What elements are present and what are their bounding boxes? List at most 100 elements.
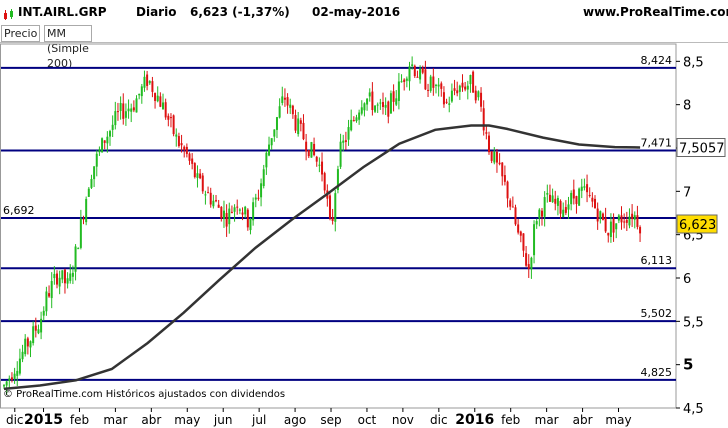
candle-body [32, 326, 35, 344]
candle-body [236, 206, 239, 208]
candle-body [445, 101, 448, 103]
candle-body [567, 204, 570, 210]
candle-body [551, 195, 554, 203]
candle-body [548, 194, 551, 202]
candle-body [368, 92, 371, 97]
candle-body [164, 102, 167, 118]
candle-body [413, 65, 416, 77]
candle-body [257, 197, 260, 199]
candle-body [13, 373, 16, 379]
candle-body [278, 106, 281, 118]
candle-body [472, 71, 475, 93]
price-chart[interactable]: 4,555,566,577,588,5dic2015febmarabrmayju… [0, 0, 728, 428]
candle-body [485, 132, 488, 134]
candle-body [599, 211, 602, 219]
candle-body [175, 134, 178, 137]
candle-body [37, 329, 40, 334]
y-tick-label: 4,5 [683, 402, 704, 417]
candle-body [140, 86, 143, 97]
y-tick-label: 7 [683, 185, 691, 200]
candle-body [350, 119, 353, 131]
candle-body [588, 195, 591, 197]
candle-body [625, 219, 628, 223]
candle-body [437, 84, 440, 87]
candle-body [392, 91, 395, 102]
candle-body [90, 178, 93, 188]
candle-body [260, 183, 263, 198]
candle-body [313, 143, 316, 156]
candle-body [371, 91, 374, 111]
candle-body [124, 111, 127, 118]
candle-body [53, 273, 56, 279]
candles [3, 56, 642, 395]
candle-body [509, 200, 512, 207]
plot-frame [0, 43, 677, 409]
candle-body [474, 90, 477, 101]
candle-body [434, 84, 437, 86]
candle-body [511, 206, 514, 208]
candle-body [432, 76, 435, 88]
candle-body [482, 108, 485, 131]
candle-body [400, 81, 403, 83]
candle-body [411, 64, 414, 66]
candle-body [10, 377, 13, 381]
x-tick-label: mar [103, 413, 127, 427]
candle-body [56, 273, 59, 285]
candle-body [501, 162, 504, 177]
candle-body [18, 358, 21, 374]
candle-body [209, 192, 212, 205]
candle-body [334, 193, 337, 222]
candle-body [427, 89, 430, 91]
candle-body [328, 195, 331, 219]
candle-body [403, 79, 406, 83]
candle-body [456, 90, 459, 94]
candle-body [201, 175, 204, 192]
candle-body [191, 158, 194, 164]
candle-body [374, 105, 377, 112]
x-tick-label: may [605, 413, 631, 427]
candle-body [50, 281, 53, 299]
candle-body [188, 153, 191, 161]
candle-body [127, 108, 130, 112]
candle-body [607, 232, 610, 236]
candle-body [522, 233, 525, 251]
y-tick-label: 5,5 [683, 315, 704, 330]
x-tick-label: dic [6, 413, 24, 427]
candle-body [85, 198, 88, 223]
candle-body [193, 163, 196, 178]
candle-body [254, 197, 257, 200]
candle-body [495, 151, 498, 163]
candle-body [135, 98, 138, 113]
candle-body [156, 95, 159, 102]
candle-body [408, 66, 411, 82]
candle-body [230, 211, 233, 213]
candle-body [87, 188, 90, 197]
x-tick-label: feb [501, 413, 520, 427]
candle-body [419, 68, 422, 80]
candle-body [8, 378, 11, 381]
x-tick-label: dic [430, 413, 448, 427]
candle-body [342, 140, 345, 143]
candle-body [167, 115, 170, 120]
candle-body [331, 217, 334, 222]
candle-body [609, 221, 612, 238]
candle-body [244, 206, 247, 215]
candle-body [98, 149, 101, 153]
candle-body [273, 129, 276, 137]
candle-body [389, 93, 392, 114]
x-tick-label: 2016 [455, 412, 494, 428]
candle-body [270, 138, 273, 146]
candle-body [358, 112, 361, 120]
candle-body [305, 141, 308, 152]
candle-body [310, 142, 313, 158]
candle-body [212, 200, 215, 207]
candle-body [384, 104, 387, 108]
candle-body [246, 209, 249, 228]
candle-body [103, 140, 106, 143]
candle-body [366, 98, 369, 105]
level-label: 5,502 [641, 307, 673, 320]
candle-body [275, 117, 278, 130]
candle-body [40, 318, 43, 333]
y-tick-label: 5 [683, 356, 693, 374]
price-value-label: 6,623 [679, 218, 716, 233]
